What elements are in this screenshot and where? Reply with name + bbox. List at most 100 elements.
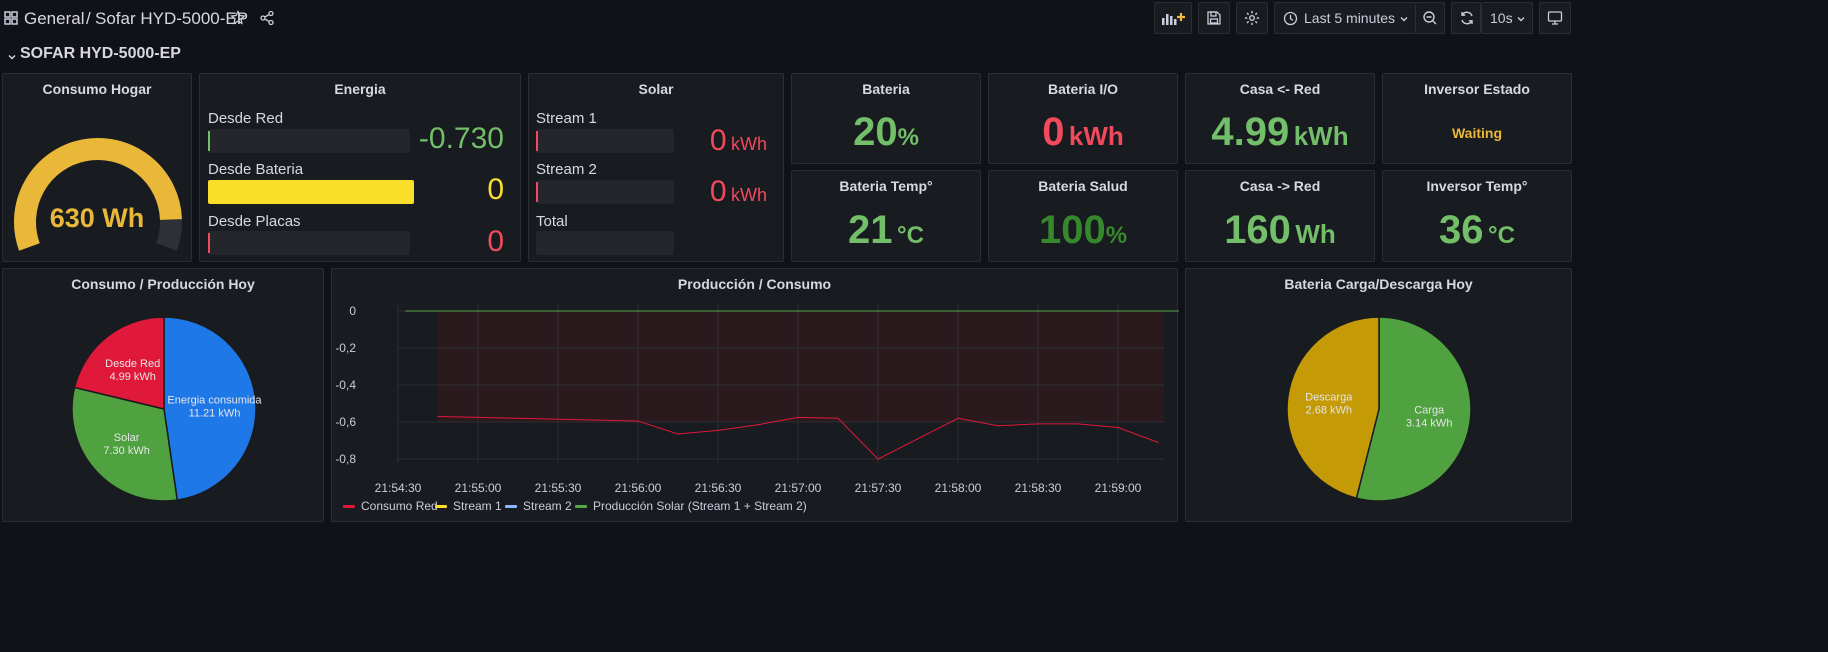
stat-number: 160 bbox=[1224, 208, 1291, 252]
bar-label: Total bbox=[536, 213, 568, 230]
refresh-button[interactable] bbox=[1451, 2, 1481, 34]
stat-unit: kWh bbox=[1293, 121, 1349, 151]
panel-title: Bateria Salud bbox=[1038, 178, 1128, 194]
pie-slice-value: 4.99 kWh bbox=[109, 371, 155, 383]
data-point bbox=[677, 433, 679, 435]
pie-slice-value: 7.30 kWh bbox=[103, 445, 149, 457]
bar-track bbox=[208, 129, 410, 153]
x-tick-label: 21:57:30 bbox=[855, 481, 902, 495]
y-tick-label: -0,4 bbox=[335, 378, 356, 392]
panel-casa-red-in: Casa <- Red 4.99 kWh bbox=[1185, 73, 1375, 164]
x-tick-label: 21:54:30 bbox=[375, 481, 422, 495]
data-point bbox=[1117, 426, 1119, 429]
breadcrumb-folder[interactable]: General bbox=[24, 9, 84, 29]
stat-number: 20 bbox=[853, 110, 898, 154]
panel-title: Casa -> Red bbox=[1239, 178, 1321, 194]
pie-chart: Energia consumida11.21 kWh Solar7.30 kWh D… bbox=[71, 316, 262, 502]
clock-icon bbox=[1283, 11, 1298, 26]
y-tick-label: -0,2 bbox=[335, 341, 356, 355]
bar-label: Stream 1 bbox=[536, 110, 597, 127]
data-point bbox=[637, 420, 639, 422]
chevron-down-icon bbox=[1400, 17, 1408, 22]
panel-title: Casa <- Red bbox=[1239, 81, 1321, 97]
y-tick-label: -0,8 bbox=[335, 452, 356, 466]
gauge bbox=[14, 138, 182, 251]
stat-unit: % bbox=[897, 124, 919, 151]
x-tick-label: 21:56:00 bbox=[615, 481, 662, 495]
panel-bateria-temp: Bateria Temp° 21 °C bbox=[791, 170, 981, 262]
x-tick-label: 21:58:30 bbox=[1015, 481, 1062, 495]
data-point bbox=[477, 416, 479, 418]
data-point bbox=[1157, 441, 1159, 443]
bar-value-number: 0 bbox=[709, 175, 727, 208]
bar-value: -0.730 bbox=[418, 122, 504, 155]
time-series-chart: 0 -0,2 -0,4 -0,6 -0,8 21:54:30 21:55:00 21:55:3… bbox=[335, 303, 1179, 495]
data-point bbox=[517, 417, 519, 419]
panel-title: Solar bbox=[638, 81, 674, 97]
panel-title: Inversor Temp° bbox=[1426, 178, 1528, 194]
panel-solar: Solar Stream 1 0 kWh Stream 2 0 kWh Tota… bbox=[528, 73, 784, 262]
panel-produccion-consumo: Producción / Consumo 0 -0,2 -0,4 -0,6 -0,8 21… bbox=[331, 268, 1179, 522]
data-point bbox=[837, 417, 839, 419]
data-point bbox=[877, 458, 879, 460]
row-title[interactable]: SOFAR HYD-5000-EP bbox=[20, 45, 181, 63]
bar-track bbox=[536, 180, 674, 204]
x-tick-label: 21:58:00 bbox=[935, 481, 982, 495]
save-dashboard-button[interactable] bbox=[1198, 2, 1230, 34]
bar-value: 0 kWh bbox=[710, 124, 767, 158]
panel-title: Consumo / Producción Hoy bbox=[71, 276, 255, 292]
refresh-interval-picker[interactable]: 10s bbox=[1481, 2, 1533, 34]
bar-value-unit: kWh bbox=[731, 185, 767, 205]
panel-energia: Energia Desde Red -0.730 Desde Bateria 0… bbox=[199, 73, 521, 262]
add-panel-button[interactable] bbox=[1154, 2, 1192, 34]
bar-label: Desde Placas bbox=[208, 213, 301, 230]
star-icon[interactable] bbox=[230, 9, 246, 31]
bar-marker bbox=[536, 131, 538, 151]
stat-value: 0 kWh bbox=[989, 110, 1177, 155]
time-range-picker[interactable]: Last 5 minutes bbox=[1274, 2, 1416, 34]
stat-number: 0 bbox=[1042, 110, 1065, 154]
stat-unit: °C bbox=[897, 222, 924, 249]
stat-number: 21 bbox=[848, 208, 893, 252]
panel-title: Bateria bbox=[862, 81, 910, 97]
legend-label: Stream 1 bbox=[453, 499, 502, 513]
panel-bateria-salud: Bateria Salud 100% bbox=[988, 170, 1178, 262]
data-point bbox=[1077, 423, 1079, 425]
legend-item[interactable]: Producción Solar (Stream 1 + Stream 2) bbox=[575, 499, 807, 513]
legend-item[interactable]: Stream 2 bbox=[505, 499, 572, 513]
panel-consumo-produccion: Consumo / Producción Hoy Energia consumi… bbox=[2, 268, 324, 522]
data-point bbox=[557, 418, 559, 420]
gauge-value: 630 Wh bbox=[49, 203, 145, 233]
dashboards-grid-icon[interactable] bbox=[4, 11, 18, 30]
legend-label: Consumo Red bbox=[361, 499, 438, 513]
breadcrumb-dashboard-title[interactable]: Sofar HYD-5000-EP bbox=[95, 9, 248, 29]
panel-bateria-io: Bateria I/O 0 kWh bbox=[988, 73, 1178, 164]
tv-mode-button[interactable] bbox=[1539, 2, 1571, 34]
bar-label: Desde Red bbox=[208, 110, 284, 127]
chevron-down-icon[interactable] bbox=[8, 48, 16, 66]
data-point bbox=[917, 438, 919, 440]
dashboard-settings-button[interactable] bbox=[1236, 2, 1268, 34]
legend-label: Producción Solar (Stream 1 + Stream 2) bbox=[593, 499, 807, 513]
bar-value-unit: kWh bbox=[731, 134, 767, 154]
bar-value: 0 kWh bbox=[710, 175, 767, 209]
stat-unit: kWh bbox=[1068, 121, 1124, 151]
bar-label: Desde Bateria bbox=[208, 161, 304, 178]
threshold-region bbox=[438, 311, 1164, 422]
stat-unit: % bbox=[1105, 222, 1128, 249]
bar-value: 0 bbox=[487, 225, 504, 258]
panel-title: Bateria I/O bbox=[1047, 81, 1119, 97]
breadcrumb-separator: / bbox=[86, 9, 91, 28]
stat-value: 20% bbox=[792, 110, 980, 155]
share-icon[interactable] bbox=[259, 10, 275, 31]
zoom-out-button[interactable] bbox=[1415, 2, 1445, 34]
legend-item[interactable]: Consumo Red bbox=[343, 499, 438, 513]
bar-marker bbox=[208, 131, 210, 151]
legend-item[interactable]: Stream 1 bbox=[435, 499, 502, 513]
panel-title: Bateria Temp° bbox=[839, 178, 933, 194]
stat-value: 4.99 kWh bbox=[1186, 110, 1374, 155]
data-point bbox=[597, 419, 599, 421]
panel-consumo-hogar: Consumo Hogar 630 Wh bbox=[2, 73, 192, 262]
bar-track bbox=[536, 129, 674, 153]
bar-value: 0 bbox=[487, 173, 504, 206]
